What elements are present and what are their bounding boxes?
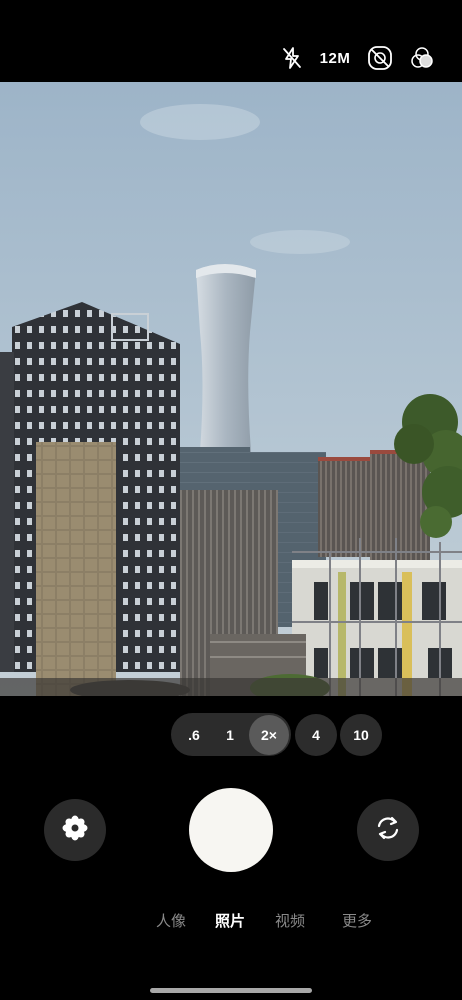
mode-more[interactable]: 更多 — [342, 910, 372, 931]
filter-icon[interactable] — [408, 44, 436, 72]
camera-viewfinder[interactable] — [0, 82, 462, 696]
mode-video[interactable]: 视频 — [275, 910, 305, 931]
zoom-4[interactable]: 4 — [295, 714, 337, 756]
flash-off-icon[interactable] — [278, 44, 306, 72]
resolution-label[interactable]: 12M — [316, 44, 354, 72]
flower-mode-button[interactable] — [44, 799, 106, 861]
flower-icon — [60, 813, 90, 847]
zoom-1[interactable]: 1 — [214, 713, 246, 756]
switch-camera-button[interactable] — [357, 799, 419, 861]
zoom-2-selected[interactable]: 2× — [249, 715, 289, 755]
shutter-button[interactable] — [189, 788, 273, 872]
mode-photo-selected[interactable]: 照片 — [215, 910, 245, 931]
switch-camera-icon — [373, 813, 403, 847]
live-photo-off-icon[interactable] — [366, 44, 394, 72]
camera-top-bar: 12M — [0, 0, 462, 82]
home-indicator[interactable] — [150, 988, 312, 993]
zoom-10[interactable]: 10 — [340, 714, 382, 756]
mode-portrait[interactable]: 人像 — [156, 910, 186, 931]
zoom-0.6[interactable]: .6 — [178, 713, 210, 756]
